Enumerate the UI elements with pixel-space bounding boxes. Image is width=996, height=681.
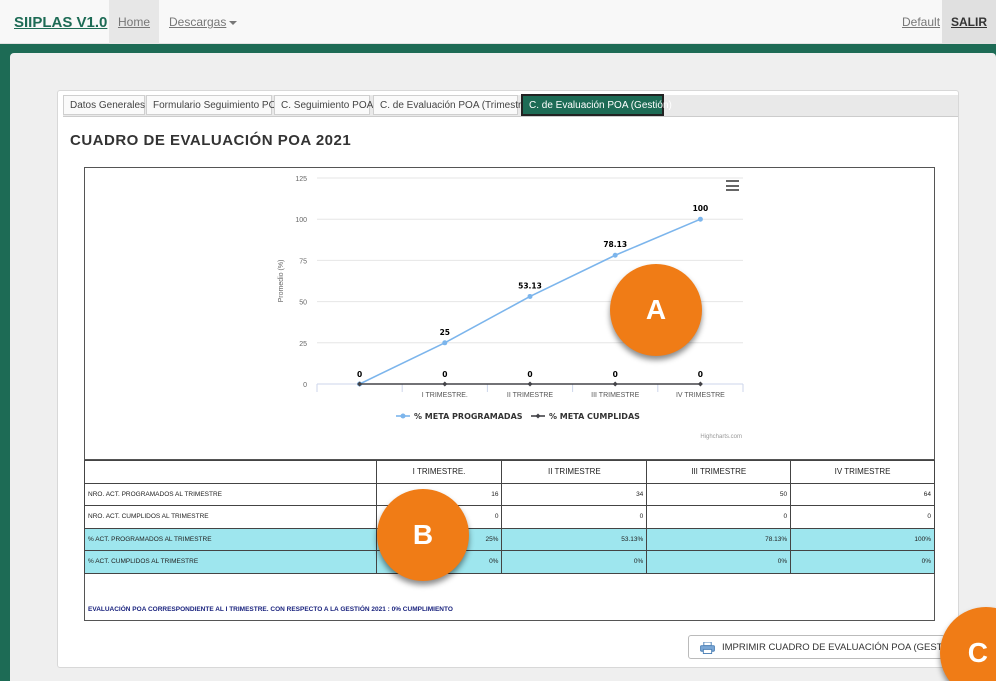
x-tick-label: I TRIMESTRE. — [422, 392, 468, 399]
data-point — [527, 381, 533, 387]
brand-link[interactable]: SIIPLAS V1.0 — [14, 14, 107, 31]
x-tick-label: II TRIMESTRE — [507, 392, 553, 399]
print-button-label: IMPRIMIR CUADRO DE EVALUACIÓN POA (GESTI… — [722, 642, 963, 653]
x-tick-label: III TRIMESTRE — [591, 392, 639, 399]
y-tick-label: 50 — [299, 300, 307, 307]
table-cell: 50 — [646, 482, 792, 506]
evaluation-note: EVALUACIÓN POA CORRESPONDIENTE AL I TRIM… — [88, 606, 453, 613]
data-point — [442, 340, 448, 346]
table-row: % ACT. PROGRAMADOS AL TRIMESTRE 25% 53.1… — [84, 527, 935, 551]
nav-default-link[interactable]: Default — [902, 15, 940, 29]
data-label: 0 — [698, 370, 703, 379]
data-point — [527, 293, 533, 299]
table-cell: 0 — [790, 505, 935, 529]
print-evaluation-button[interactable]: IMPRIMIR CUADRO DE EVALUACIÓN POA (GESTI… — [688, 635, 963, 659]
table-header: IV TRIMESTRE — [790, 460, 935, 484]
y-tick-label: 75 — [299, 258, 307, 265]
menu-icon[interactable] — [726, 180, 739, 191]
tab-evaluacion-gestion[interactable]: C. de Evaluación POA (Gestión) — [521, 94, 672, 116]
data-label: 100 — [693, 204, 709, 213]
tab-datos-generales[interactable]: Datos Generales — [63, 95, 145, 115]
y-tick-label: 25 — [299, 341, 307, 348]
table-header-row: I TRIMESTRE. II TRIMESTRE III TRIMESTRE … — [84, 460, 935, 484]
data-label: 53.13 — [518, 281, 542, 290]
data-point — [697, 381, 703, 387]
table-header: I TRIMESTRE. — [375, 460, 503, 484]
table-cell: 0 — [646, 505, 792, 529]
header-stripe — [0, 44, 996, 53]
tab-seguimiento-poa[interactable]: C. Seguimiento POA — [274, 95, 373, 115]
tab-formulario-seguimiento[interactable]: Formulario Seguimiento POA — [146, 95, 283, 115]
table-row: NRO. ACT. CUMPLIDOS AL TRIMESTRE 0 0 0 0 — [84, 505, 935, 529]
data-label: 0 — [357, 370, 362, 379]
nav-descargas-label: Descargas — [169, 15, 227, 29]
table-cell: 0% — [790, 550, 935, 574]
table-row: % ACT. CUMPLIDOS AL TRIMESTRE 0% 0% 0% 0… — [84, 550, 935, 574]
row-label: NRO. ACT. PROGRAMADOS AL TRIMESTRE — [84, 482, 377, 506]
table-header: III TRIMESTRE — [646, 460, 792, 484]
table-cell: 53.13% — [501, 527, 648, 551]
table-cell: 34 — [501, 482, 648, 506]
row-label: % ACT. CUMPLIDOS AL TRIMESTRE — [84, 550, 377, 574]
chart-credits: Highcharts.com — [700, 434, 742, 440]
data-label: 0 — [442, 370, 447, 379]
printer-icon — [700, 642, 715, 654]
y-tick-label: 125 — [295, 176, 307, 183]
table-header: II TRIMESTRE — [501, 460, 648, 484]
nav-descargas-dropdown[interactable]: Descargas — [169, 15, 238, 29]
table-cell: 78.13% — [646, 527, 792, 551]
row-label: % ACT. PROGRAMADOS AL TRIMESTRE — [84, 527, 377, 551]
table-cell: 0% — [501, 550, 648, 574]
data-point — [612, 252, 618, 258]
logout-link[interactable]: SALIR — [942, 0, 996, 44]
caret-down-icon — [229, 20, 238, 25]
evaluation-table: I TRIMESTRE. II TRIMESTRE III TRIMESTRE … — [84, 460, 935, 574]
top-navbar: SIIPLAS V1.0 Home Descargas Default SALI… — [0, 0, 996, 44]
table-cell: 0% — [646, 550, 792, 574]
table-cell: 64 — [790, 482, 935, 506]
row-label: NRO. ACT. CUMPLIDOS AL TRIMESTRE — [84, 505, 377, 529]
data-point — [612, 381, 618, 387]
table-cell: 0 — [501, 505, 648, 529]
data-label: 0 — [613, 370, 618, 379]
data-label: 78.13 — [603, 240, 627, 249]
x-tick-label: IV TRIMESTRE — [676, 392, 725, 399]
table-row: NRO. ACT. PROGRAMADOS AL TRIMESTRE 16 34… — [84, 482, 935, 506]
data-point — [697, 216, 703, 222]
chart-container: 0 25 50 75 100 125 I TRIMESTRE. II TRIMESTRE III… — [84, 167, 935, 460]
legend-item-label: % META PROGRAMADAS — [414, 412, 523, 421]
page-title: CUADRO DE EVALUACIÓN POA 2021 — [70, 132, 352, 149]
evaluation-line-chart: 0 25 50 75 100 125 I TRIMESTRE. II TRIMESTRE III… — [278, 176, 744, 440]
evaluation-footer-box — [84, 574, 935, 621]
nav-home-link[interactable]: Home — [109, 0, 159, 44]
annotation-badge-a: A — [610, 264, 702, 356]
legend-symbol-marker — [400, 413, 406, 419]
data-label: 0 — [527, 370, 532, 379]
table-cell: 100% — [790, 527, 935, 551]
data-label: 25 — [440, 328, 450, 337]
data-point — [442, 381, 448, 387]
tab-bar: Datos Generales Formulario Seguimiento P… — [63, 94, 958, 117]
annotation-badge-b: B — [377, 489, 469, 581]
y-axis-title: Promedio (%) — [278, 260, 285, 303]
legend-symbol-marker — [535, 413, 541, 419]
table-corner-cell — [84, 460, 377, 484]
legend-item-label: % META CUMPLIDAS — [549, 412, 640, 421]
tab-evaluacion-trimestre[interactable]: C. de Evaluación POA (Trimestre) — [373, 95, 530, 115]
y-tick-label: 100 — [295, 217, 307, 224]
y-tick-label: 0 — [303, 382, 307, 389]
